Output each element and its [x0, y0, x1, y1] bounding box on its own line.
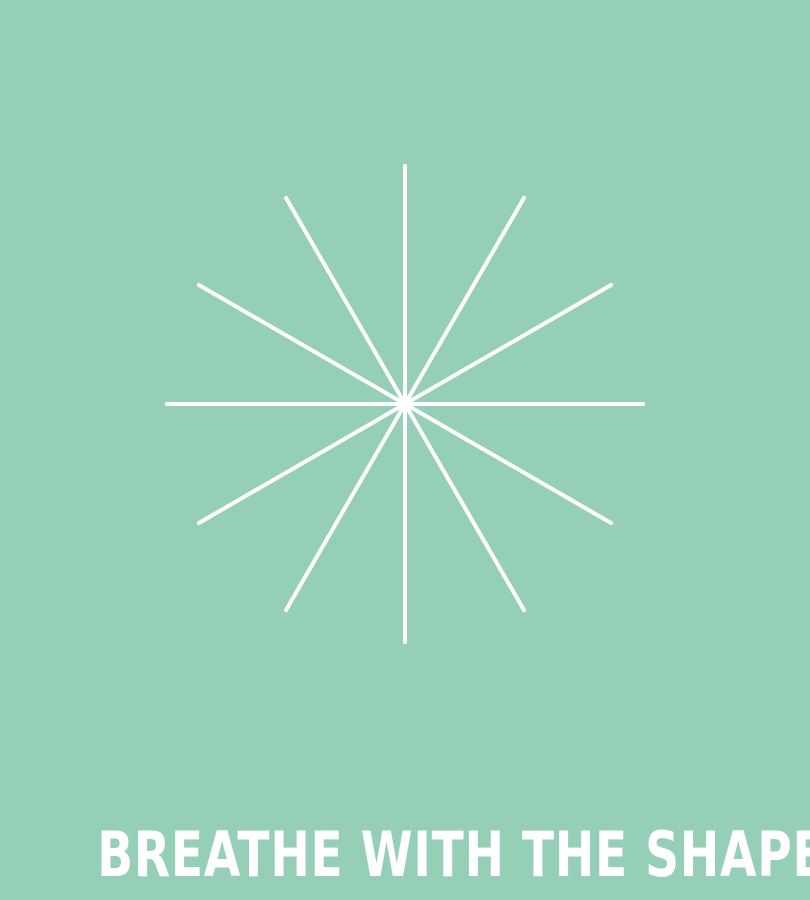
- breathing-shape: [150, 150, 660, 660]
- starburst-ray: [196, 402, 407, 525]
- starburst-ray: [403, 195, 526, 406]
- starburst-ray: [196, 283, 407, 406]
- starburst-ray: [284, 195, 407, 406]
- breathe-instruction: BREATHE WITH THE SHAPE: [97, 818, 810, 891]
- breathing-screen: BREATHE WITH THE SHAPE: [0, 0, 810, 900]
- starburst-center: [398, 397, 412, 411]
- starburst-ray: [403, 283, 614, 406]
- starburst-icon: [165, 164, 645, 644]
- starburst-ray: [284, 402, 407, 613]
- starburst-ray: [403, 402, 614, 525]
- starburst-ray: [403, 402, 526, 613]
